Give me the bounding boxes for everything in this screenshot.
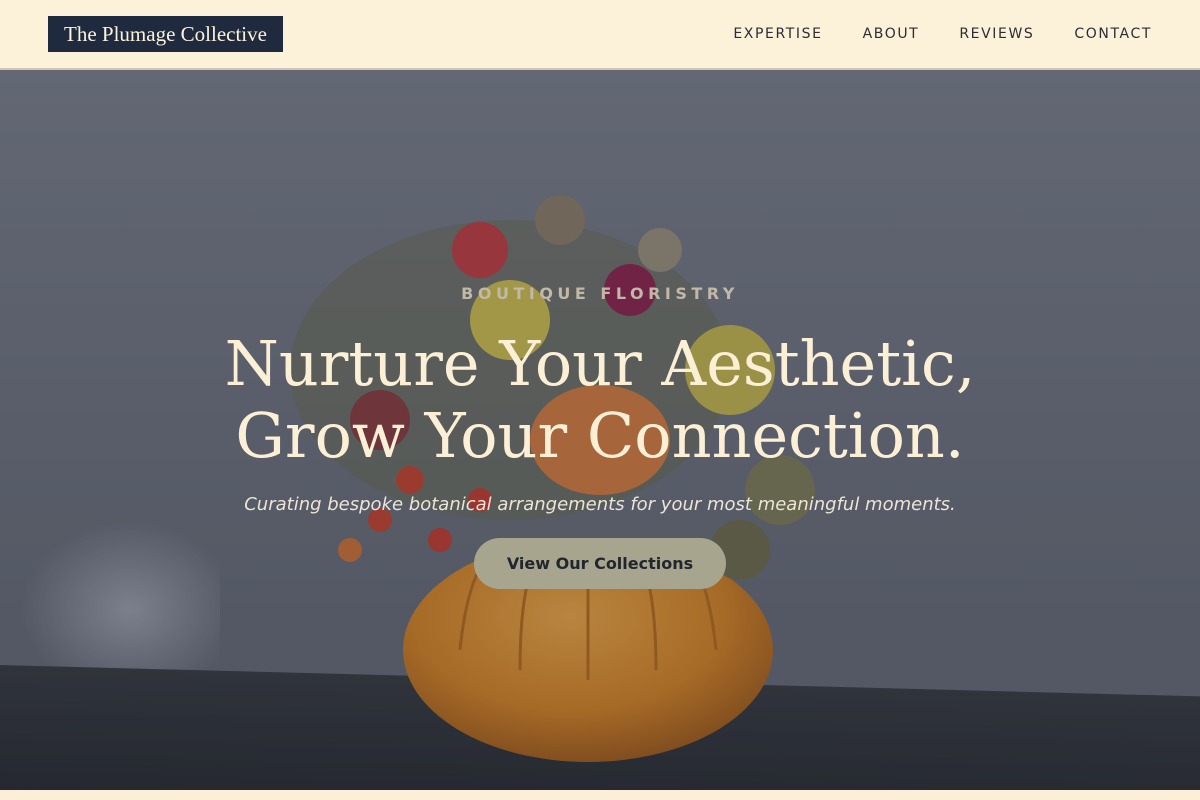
nav-link-expertise[interactable]: EXPERTISE — [733, 26, 822, 42]
hero-section: BOUTIQUE FLORISTRY Nurture Your Aestheti… — [0, 70, 1200, 790]
hero-subheadline: Curating bespoke botanical arrangements … — [244, 494, 956, 515]
hero-eyebrow: BOUTIQUE FLORISTRY — [461, 284, 739, 303]
nav-link-contact[interactable]: CONTACT — [1074, 26, 1152, 42]
site-header: The Plumage Collective EXPERTISE ABOUT R… — [0, 0, 1200, 70]
nav-link-about[interactable]: ABOUT — [863, 26, 920, 42]
hero-headline: Nurture Your Aesthetic, Grow Your Connec… — [0, 328, 1200, 472]
next-section-edge — [0, 790, 1200, 800]
main-nav: EXPERTISE ABOUT REVIEWS CONTACT — [693, 0, 1152, 68]
hero-headline-line-2: Grow Your Connection. — [235, 399, 965, 472]
hero-headline-line-1: Nurture Your Aesthetic, — [224, 327, 976, 400]
nav-link-reviews[interactable]: REVIEWS — [959, 26, 1034, 42]
view-collections-button[interactable]: View Our Collections — [474, 538, 726, 589]
site-logo[interactable]: The Plumage Collective — [48, 16, 283, 52]
